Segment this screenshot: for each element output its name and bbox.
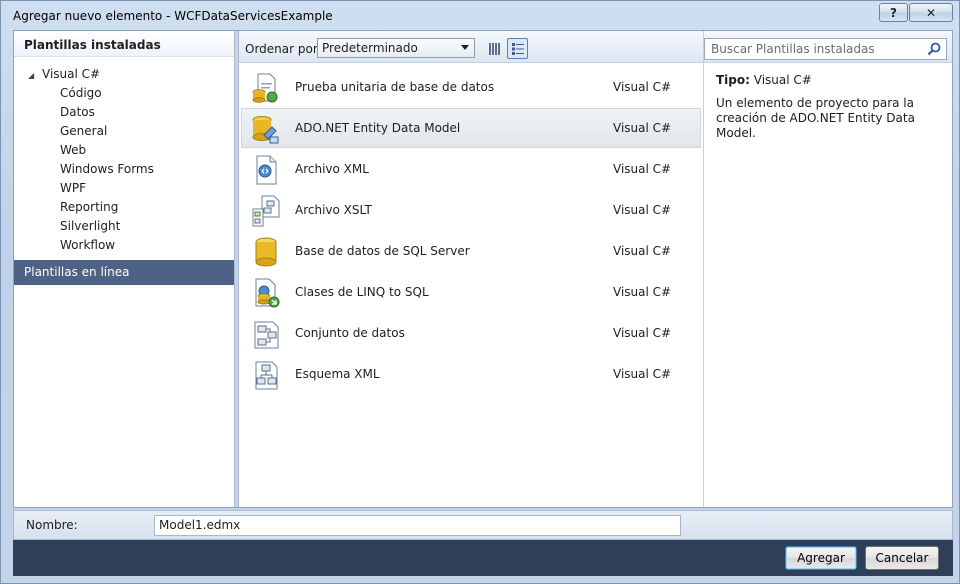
help-icon: ? (890, 5, 897, 20)
template-name: ADO.NET Entity Data Model (295, 121, 461, 135)
tree-item-silverlight[interactable]: Silverlight (14, 217, 234, 236)
tree-item-wpf[interactable]: WPF (14, 179, 234, 198)
template-name: Archivo XSLT (295, 203, 372, 217)
details-panel: Buscar Plantillas instaladas Tipo: Visua… (704, 31, 952, 507)
online-templates-header[interactable]: Plantillas en línea (14, 260, 234, 285)
name-label: Nombre: (26, 518, 78, 532)
template-language: Visual C# (613, 162, 672, 176)
template-language: Visual C# (613, 203, 672, 217)
type-value: Visual C# (753, 73, 812, 87)
sort-label: Ordenar por: (245, 42, 322, 56)
template-language: Visual C# (613, 326, 672, 340)
tree-item-general[interactable]: General (14, 122, 234, 141)
template-name: Archivo XML (295, 162, 369, 176)
type-info: Tipo: Visual C# (716, 73, 812, 87)
sql-database-icon (255, 237, 277, 267)
close-button[interactable]: ✕ (909, 3, 953, 22)
sort-selected-value: Predeterminado (322, 41, 418, 55)
template-row-linq-to-sql[interactable]: Clases de LINQ to SQL Visual C# (241, 272, 701, 312)
template-name: Prueba unitaria de base de datos (295, 80, 495, 94)
template-row-xml-file[interactable]: Archivo XML Visual C# (241, 149, 701, 189)
template-row-database-unit-test[interactable]: Prueba unitaria de base de datos Visual … (241, 67, 701, 107)
template-name: Esquema XML (295, 367, 380, 381)
template-language: Visual C# (613, 244, 672, 258)
search-input[interactable]: Buscar Plantillas instaladas (704, 38, 947, 60)
xslt-file-icon (252, 195, 280, 227)
installed-templates-header[interactable]: Plantillas instaladas (14, 31, 234, 57)
template-language: Visual C# (613, 121, 672, 135)
template-language: Visual C# (613, 285, 672, 299)
template-row-entity-data-model[interactable]: ADO.NET Entity Data Model Visual C# (241, 108, 701, 148)
tree-item-datos[interactable]: Datos (14, 103, 234, 122)
add-button[interactable]: Agregar (785, 546, 857, 570)
category-tree: ◢ Visual C# Código Datos General Web Wind… (14, 65, 234, 255)
title-bar: Agregar nuevo elemento - WCFDataServices… (1, 1, 959, 31)
name-input[interactable]: Model1.edmx (154, 515, 681, 536)
dialog-content: Plantillas instaladas ◢ Visual C# Código … (13, 30, 953, 508)
template-row-xml-schema[interactable]: Esquema XML Visual C# (241, 354, 701, 394)
help-button[interactable]: ? (879, 3, 908, 22)
database-unit-test-icon (252, 73, 278, 103)
button-bar: Agregar Cancelar (13, 540, 953, 576)
template-language: Visual C# (613, 80, 672, 94)
name-bar: Nombre: Model1.edmx (13, 510, 953, 540)
tree-item-windows-forms[interactable]: Windows Forms (14, 160, 234, 179)
search-icon[interactable] (926, 41, 942, 57)
template-list: Prueba unitaria de base de datos Visual … (239, 64, 703, 507)
template-description: Un elemento de proyecto para la creación… (716, 96, 915, 140)
template-row-xslt-file[interactable]: Archivo XSLT Visual C# (241, 190, 701, 230)
template-name: Clases de LINQ to SQL (295, 285, 429, 299)
template-name: Base de datos de SQL Server (295, 244, 470, 258)
window-title: Agregar nuevo elemento - WCFDataServices… (13, 9, 333, 23)
list-view-icon (511, 42, 524, 55)
medium-icons-view-button[interactable] (507, 38, 528, 59)
tree-item-visual-csharp[interactable]: ◢ Visual C# (14, 65, 234, 84)
template-categories-panel: Plantillas instaladas ◢ Visual C# Código … (14, 31, 234, 507)
tree-root-label: Visual C# (42, 67, 101, 81)
cancel-button[interactable]: Cancelar (865, 546, 939, 570)
expand-triangle-icon[interactable]: ◢ (28, 66, 42, 85)
tree-item-reporting[interactable]: Reporting (14, 198, 234, 217)
templates-toolbar: Ordenar por: Predeterminado (239, 31, 703, 63)
small-icons-view-button[interactable] (484, 38, 505, 59)
template-row-dataset[interactable]: Conjunto de datos Visual C# (241, 313, 701, 353)
linq-to-sql-icon (255, 278, 280, 308)
search-placeholder: Buscar Plantillas instaladas (711, 42, 875, 56)
dataset-icon (254, 321, 279, 349)
template-row-sql-database[interactable]: Base de datos de SQL Server Visual C# (241, 231, 701, 271)
xml-schema-icon (255, 361, 278, 390)
small-icons-view-icon (488, 42, 500, 55)
sort-dropdown[interactable]: Predeterminado (317, 38, 475, 58)
template-name: Conjunto de datos (295, 326, 405, 340)
chevron-down-icon (461, 45, 469, 50)
xml-file-icon (256, 155, 277, 185)
template-language: Visual C# (613, 367, 672, 381)
templates-panel: Ordenar por: Predeterminado Prueba unita… (239, 31, 703, 507)
entity-data-model-icon (252, 116, 279, 144)
tree-item-codigo[interactable]: Código (14, 84, 234, 103)
tree-item-workflow[interactable]: Workflow (14, 236, 234, 255)
tree-item-web[interactable]: Web (14, 141, 234, 160)
close-icon: ✕ (925, 5, 937, 20)
search-toolbar: Buscar Plantillas instaladas (704, 31, 952, 63)
type-label: Tipo: (716, 73, 750, 87)
